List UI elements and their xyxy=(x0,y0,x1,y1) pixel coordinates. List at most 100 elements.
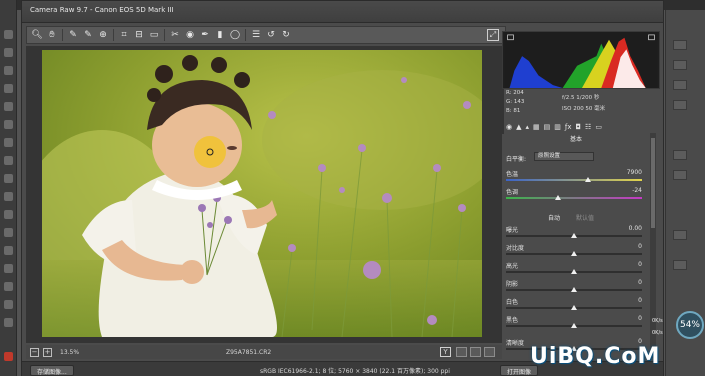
hand-tool-icon[interactable] xyxy=(4,318,13,327)
slider-value[interactable]: 7900 xyxy=(602,169,642,176)
photo-preview[interactable] xyxy=(42,50,482,337)
slider-knob[interactable] xyxy=(571,305,577,310)
quick-select-tool-icon[interactable] xyxy=(4,84,13,93)
slider-knob[interactable] xyxy=(571,323,577,328)
before-after-toggle[interactable]: Y xyxy=(440,347,451,357)
tab-split-toning[interactable]: ▤ xyxy=(544,123,551,131)
slider-knob[interactable] xyxy=(571,251,577,256)
slider-knob[interactable] xyxy=(554,195,561,200)
slider-knob[interactable] xyxy=(571,233,577,238)
compare-mode-button[interactable] xyxy=(456,347,467,357)
rotate-ccw-icon[interactable]: ↺ xyxy=(265,29,277,41)
lasso-tool-icon[interactable] xyxy=(4,66,13,75)
exposure-slider[interactable]: 曝光 0.00 xyxy=(506,225,642,243)
stamp-tool-icon[interactable] xyxy=(4,174,13,183)
crop-tool-icon[interactable] xyxy=(4,102,13,111)
slider-track[interactable] xyxy=(506,179,642,181)
pen-tool-icon[interactable] xyxy=(4,264,13,273)
upload-speed: 0K/s xyxy=(652,318,663,324)
crop-icon[interactable]: ⌗ xyxy=(118,29,130,41)
hand-icon[interactable]: ✋︎ xyxy=(46,29,58,41)
download-speed: 0K/s xyxy=(652,330,663,336)
tab-camera-calibration[interactable]: ◘ xyxy=(576,123,582,131)
dodge-tool-icon[interactable] xyxy=(4,246,13,255)
panel-dock-button[interactable] xyxy=(673,80,687,90)
rotate-cw-icon[interactable]: ↻ xyxy=(280,29,292,41)
contrast-slider[interactable]: 对比度 0 xyxy=(506,243,642,261)
brush-tool-icon[interactable] xyxy=(4,156,13,165)
panel-dock-button[interactable] xyxy=(673,260,687,270)
foreground-color-swatch[interactable] xyxy=(4,352,13,361)
whites-slider[interactable]: 白色 0 xyxy=(506,297,642,315)
tint-slider[interactable]: 色调 -24 xyxy=(506,187,642,205)
path-select-icon[interactable] xyxy=(4,300,13,309)
slider-label: 黑色 xyxy=(506,317,519,324)
highlights-slider[interactable]: 高光 0 xyxy=(506,261,642,279)
zoom-in-button[interactable]: + xyxy=(43,347,52,357)
preferences-icon[interactable]: ☰ xyxy=(250,29,262,41)
temperature-slider[interactable]: 色温 7900 xyxy=(506,169,642,187)
eraser-tool-icon[interactable] xyxy=(4,210,13,219)
radial-filter-icon[interactable]: ◯ xyxy=(229,29,241,41)
eyedropper-tool-icon[interactable] xyxy=(4,120,13,129)
slider-value[interactable]: 0 xyxy=(602,297,642,304)
zoom-level[interactable]: 13.5% xyxy=(60,349,79,356)
slider-knob[interactable] xyxy=(571,287,577,292)
histogram xyxy=(502,31,660,89)
image-preview-area[interactable] xyxy=(26,46,504,343)
marquee-tool-icon[interactable] xyxy=(4,48,13,57)
straighten-icon[interactable]: ⊟ xyxy=(133,29,145,41)
white-balance-select[interactable]: 原照设置 xyxy=(534,152,594,161)
panel-dock-button[interactable] xyxy=(673,60,687,70)
default-button[interactable]: 默认值 xyxy=(576,213,594,222)
slider-value[interactable]: 0 xyxy=(602,279,642,286)
white-balance-icon[interactable]: ✎ xyxy=(67,29,79,41)
color-sampler-icon[interactable]: ✎ xyxy=(82,29,94,41)
red-eye-icon[interactable]: ◉ xyxy=(184,29,196,41)
zoom-percentage-badge[interactable]: 54% xyxy=(676,311,704,339)
slider-value[interactable]: 0 xyxy=(602,243,642,250)
panel-dock-button[interactable] xyxy=(673,230,687,240)
tab-presets[interactable]: ☷ xyxy=(585,123,591,131)
save-image-button[interactable]: 存储图像... xyxy=(30,365,74,376)
healing-tool-icon[interactable] xyxy=(4,138,13,147)
move-tool-icon[interactable] xyxy=(4,30,13,39)
transform-icon[interactable]: ▭ xyxy=(148,29,160,41)
slider-value[interactable]: 0 xyxy=(602,261,642,268)
swap-settings-button[interactable] xyxy=(470,347,481,357)
spot-removal-icon[interactable]: ✂ xyxy=(169,29,181,41)
tab-detail[interactable]: ▴ xyxy=(526,123,530,131)
panel-dock-button[interactable] xyxy=(673,150,687,160)
white-balance-label: 白平衡: xyxy=(506,156,527,163)
shadows-slider[interactable]: 阴影 0 xyxy=(506,279,642,297)
copy-settings-button[interactable] xyxy=(484,347,495,357)
slider-value[interactable]: -24 xyxy=(602,187,642,194)
graduated-filter-icon[interactable]: ▮ xyxy=(214,29,226,41)
zoom-icon[interactable]: 🔍︎ xyxy=(31,29,43,41)
history-brush-icon[interactable] xyxy=(4,192,13,201)
panel-dock-button[interactable] xyxy=(673,170,687,180)
tab-hsl[interactable]: ▦ xyxy=(533,123,540,131)
slider-knob[interactable] xyxy=(584,177,591,182)
tab-basic[interactable]: ◉ xyxy=(506,123,512,131)
slider-value[interactable]: 0.00 xyxy=(602,225,642,232)
tab-snapshots[interactable]: ▭ xyxy=(595,123,602,131)
tab-lens[interactable]: ▥ xyxy=(554,123,561,131)
workflow-options-link[interactable]: sRGB IEC61966-2.1; 8 位; 5760 × 3840 (22.… xyxy=(260,366,450,375)
gradient-tool-icon[interactable] xyxy=(4,228,13,237)
fullscreen-icon[interactable]: ⤢ xyxy=(487,29,499,41)
slider-knob[interactable] xyxy=(571,269,577,274)
slider-value[interactable]: 0 xyxy=(602,315,642,322)
target-adjust-icon[interactable]: ⊕ xyxy=(97,29,109,41)
type-tool-icon[interactable] xyxy=(4,282,13,291)
adjustment-brush-icon[interactable]: ✒ xyxy=(199,29,211,41)
blacks-slider[interactable]: 黑色 0 xyxy=(506,315,642,333)
tab-fx[interactable]: ƒx xyxy=(565,123,572,131)
panel-scrollbar-thumb[interactable] xyxy=(651,138,655,228)
tab-tone-curve[interactable]: ▲ xyxy=(516,123,521,131)
panel-dock-button[interactable] xyxy=(673,40,687,50)
auto-button[interactable]: 自动 xyxy=(548,213,560,222)
slider-track[interactable] xyxy=(506,197,642,199)
panel-dock-button[interactable] xyxy=(673,100,687,110)
zoom-out-button[interactable]: − xyxy=(30,347,39,357)
